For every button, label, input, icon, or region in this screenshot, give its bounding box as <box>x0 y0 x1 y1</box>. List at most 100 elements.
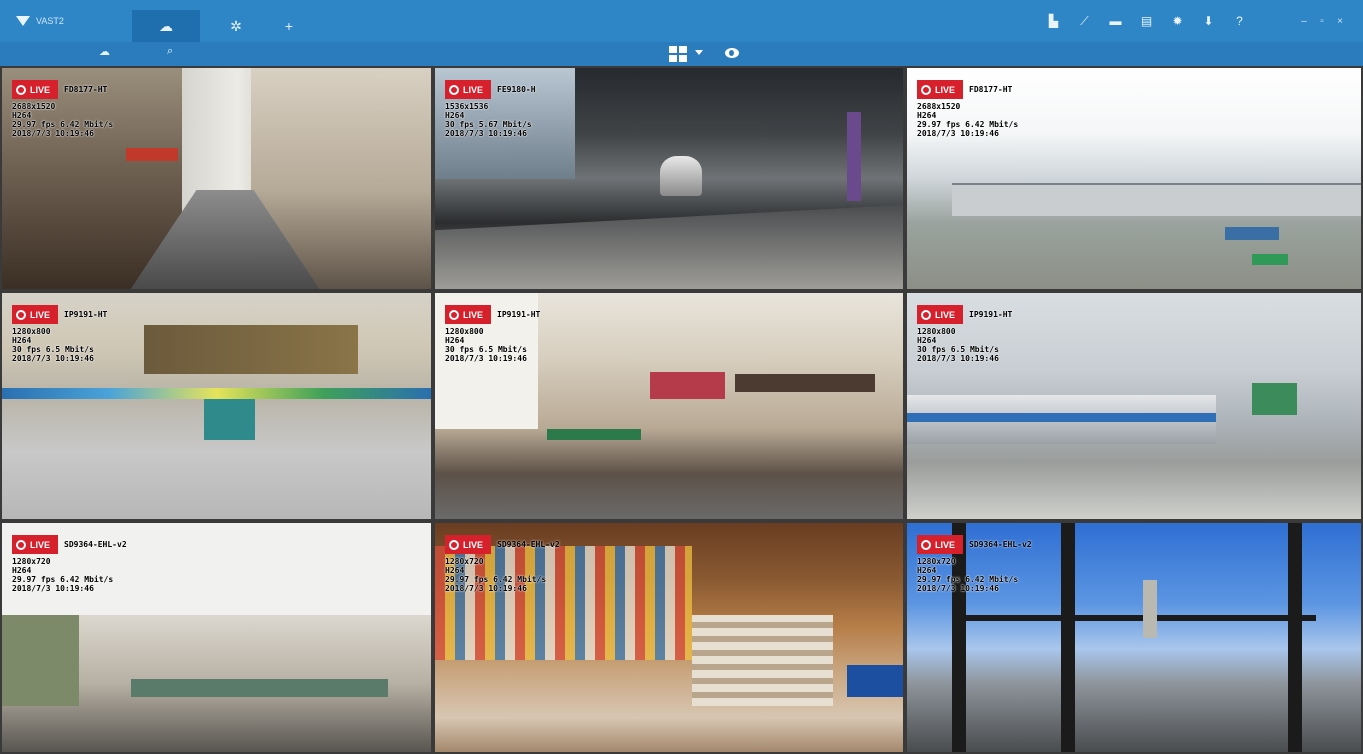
view-toggle-icon[interactable] <box>725 48 739 58</box>
logo-triangle-icon <box>16 16 30 26</box>
live-badge: LIVE <box>917 535 964 554</box>
bitrate: 29.97 fps 6.42 Mbit/s <box>917 120 1019 129</box>
live-label: LIVE <box>935 309 956 320</box>
resolution: 1280x800 <box>445 327 484 336</box>
camera-name: FD8177-HT <box>64 85 108 94</box>
record-icon <box>921 539 931 550</box>
stream-info: 1280x800 H264 30 fps 6.5 Mbit/s 2018/7/3… <box>12 327 107 363</box>
download-icon[interactable]: ⬇ <box>1193 10 1224 32</box>
bitrate: 29.97 fps 6.42 Mbit/s <box>12 120 114 129</box>
add-tab-button[interactable]: + <box>272 10 306 42</box>
video-tile[interactable]: LIVE IP9191-HT 1280x800 H264 30 fps 6.5 M… <box>905 291 1363 521</box>
live-badge: LIVE <box>445 305 492 324</box>
resolution: 1280x720 <box>917 557 956 566</box>
video-tile[interactable]: LIVE FD8177-HT 2688x1520 H264 29.97 fps 6… <box>905 66 1363 291</box>
record-icon <box>16 309 26 320</box>
live-label: LIVE <box>463 309 484 320</box>
layout-grid-icon[interactable] <box>669 46 687 62</box>
stream-info: 1536x1536 H264 30 fps 5.67 Mbit/s 2018/7… <box>445 102 536 138</box>
live-label: LIVE <box>935 539 956 550</box>
live-label: LIVE <box>463 539 484 550</box>
resolution: 1536x1536 <box>445 102 489 111</box>
cloud-icon[interactable]: ☁ <box>99 45 110 58</box>
live-label: LIVE <box>935 84 956 95</box>
timestamp: 2018/7/3 10:19:46 <box>12 584 94 593</box>
tab-settings[interactable]: ✲ <box>200 10 272 42</box>
video-tile[interactable]: LIVE SD9364-EHL-v2 1280x720 H264 29.97 fp… <box>0 521 433 754</box>
video-wall-icon[interactable]: ▬ <box>1100 10 1131 32</box>
video-tile[interactable]: LIVE SD9364-EHL-v2 1280x720 H264 29.97 fp… <box>905 521 1363 754</box>
record-icon <box>921 309 931 320</box>
resolution: 1280x720 <box>445 557 484 566</box>
camera-name: IP9191-HT <box>969 310 1013 319</box>
video-tile[interactable]: LIVE FD8177-HT 2688x1520 H264 29.97 fps 6… <box>0 66 433 291</box>
stream-info: 2688x1520 H264 29.97 fps 6.42 Mbit/s 201… <box>12 102 113 138</box>
gear-icon[interactable]: ✹ <box>1162 10 1193 32</box>
bitrate: 29.97 fps 6.42 Mbit/s <box>445 575 547 584</box>
layout-dropdown-icon[interactable] <box>695 50 703 55</box>
codec: H264 <box>12 566 32 575</box>
camera-name: FD8177-HT <box>969 85 1013 94</box>
live-badge: LIVE <box>12 305 59 324</box>
stream-info: 1280x800 H264 30 fps 6.5 Mbit/s 2018/7/3… <box>917 327 1012 363</box>
video-tile[interactable]: LIVE FE9180-H 1536x1536 H264 30 fps 5.67 … <box>433 66 905 291</box>
timestamp: 2018/7/3 10:19:46 <box>12 129 94 138</box>
settings-icon: ✲ <box>230 17 242 34</box>
live-badge: LIVE <box>445 535 492 554</box>
record-icon <box>449 84 459 95</box>
resolution: 1280x720 <box>12 557 51 566</box>
video-tile[interactable]: LIVE IP9191-HT 1280x800 H264 30 fps 6.5 M… <box>0 291 433 521</box>
bitrate: 30 fps 6.5 Mbit/s <box>12 345 94 354</box>
stream-info: 1280x800 H264 30 fps 6.5 Mbit/s 2018/7/3… <box>445 327 540 363</box>
video-tile[interactable]: LIVE SD9364-EHL-v2 1280x720 H264 29.97 fp… <box>433 521 905 754</box>
live-label: LIVE <box>30 84 51 95</box>
document-icon[interactable]: ▤ <box>1131 10 1162 32</box>
bitrate: 29.97 fps 6.42 Mbit/s <box>12 575 114 584</box>
record-icon <box>921 84 931 95</box>
live-badge: LIVE <box>917 305 964 324</box>
camera-name: SD9364-EHL-v2 <box>497 540 560 549</box>
resolution: 1280x800 <box>917 327 956 336</box>
timestamp: 2018/7/3 10:19:46 <box>12 354 94 363</box>
close-icon[interactable]: × <box>1331 10 1349 32</box>
stream-info: 1280x720 H264 29.97 fps 6.42 Mbit/s 2018… <box>917 557 1032 593</box>
live-label: LIVE <box>30 309 51 320</box>
add-tab-icon: + <box>284 18 294 34</box>
codec: H264 <box>12 336 32 345</box>
timestamp: 2018/7/3 10:19:46 <box>445 354 527 363</box>
stream-info: 2688x1520 H264 29.97 fps 6.42 Mbit/s 201… <box>917 102 1018 138</box>
minimize-icon[interactable]: – <box>1295 10 1313 32</box>
resolution: 2688x1520 <box>12 102 56 111</box>
search-icon[interactable]: ⌕ <box>167 45 173 58</box>
record-icon <box>16 84 26 95</box>
codec: H264 <box>445 336 465 345</box>
live-badge: LIVE <box>12 535 59 554</box>
maximize-icon[interactable]: ▫ <box>1313 10 1331 32</box>
chart-icon[interactable]: ⟋ <box>1069 10 1100 32</box>
app-logo[interactable]: VAST2 <box>16 13 64 29</box>
codec: H264 <box>12 111 32 120</box>
timestamp: 2018/7/3 10:19:46 <box>917 354 999 363</box>
timestamp: 2018/7/3 10:19:46 <box>445 129 527 138</box>
toolbar-icons: ▙ ⟋ ▬ ▤ ✹ ⬇ ? – ▫ × <box>1038 10 1349 32</box>
codec: H264 <box>445 111 465 120</box>
view-toolbar: ☁ ⌕ <box>0 42 1363 66</box>
logo-text: VAST2 <box>36 16 64 26</box>
live-badge: LIVE <box>917 80 964 99</box>
title-bar: VAST2 ☁ ✲ + ▙ ⟋ ▬ ▤ ✹ ⬇ ? – ▫ × <box>0 0 1363 42</box>
stream-info: 1280x720 H264 29.97 fps 6.42 Mbit/s 2018… <box>12 557 127 593</box>
camera-name: IP9191-HT <box>497 310 541 319</box>
camera-name: FE9180-H <box>497 85 536 94</box>
live-label: LIVE <box>30 539 51 550</box>
video-tile[interactable]: LIVE IP9191-HT 1280x800 H264 30 fps 6.5 M… <box>433 291 905 521</box>
live-badge: LIVE <box>445 80 492 99</box>
building-icon[interactable]: ▙ <box>1038 10 1069 32</box>
bitrate: 29.97 fps 6.42 Mbit/s <box>917 575 1019 584</box>
codec: H264 <box>917 566 937 575</box>
camera-name: IP9191-HT <box>64 310 108 319</box>
tab-live-view[interactable]: ☁ <box>132 10 200 42</box>
bitrate: 30 fps 6.5 Mbit/s <box>445 345 527 354</box>
help-icon[interactable]: ? <box>1224 10 1255 32</box>
video-grid: LIVE FD8177-HT 2688x1520 H264 29.97 fps 6… <box>0 66 1363 754</box>
resolution: 1280x800 <box>12 327 51 336</box>
